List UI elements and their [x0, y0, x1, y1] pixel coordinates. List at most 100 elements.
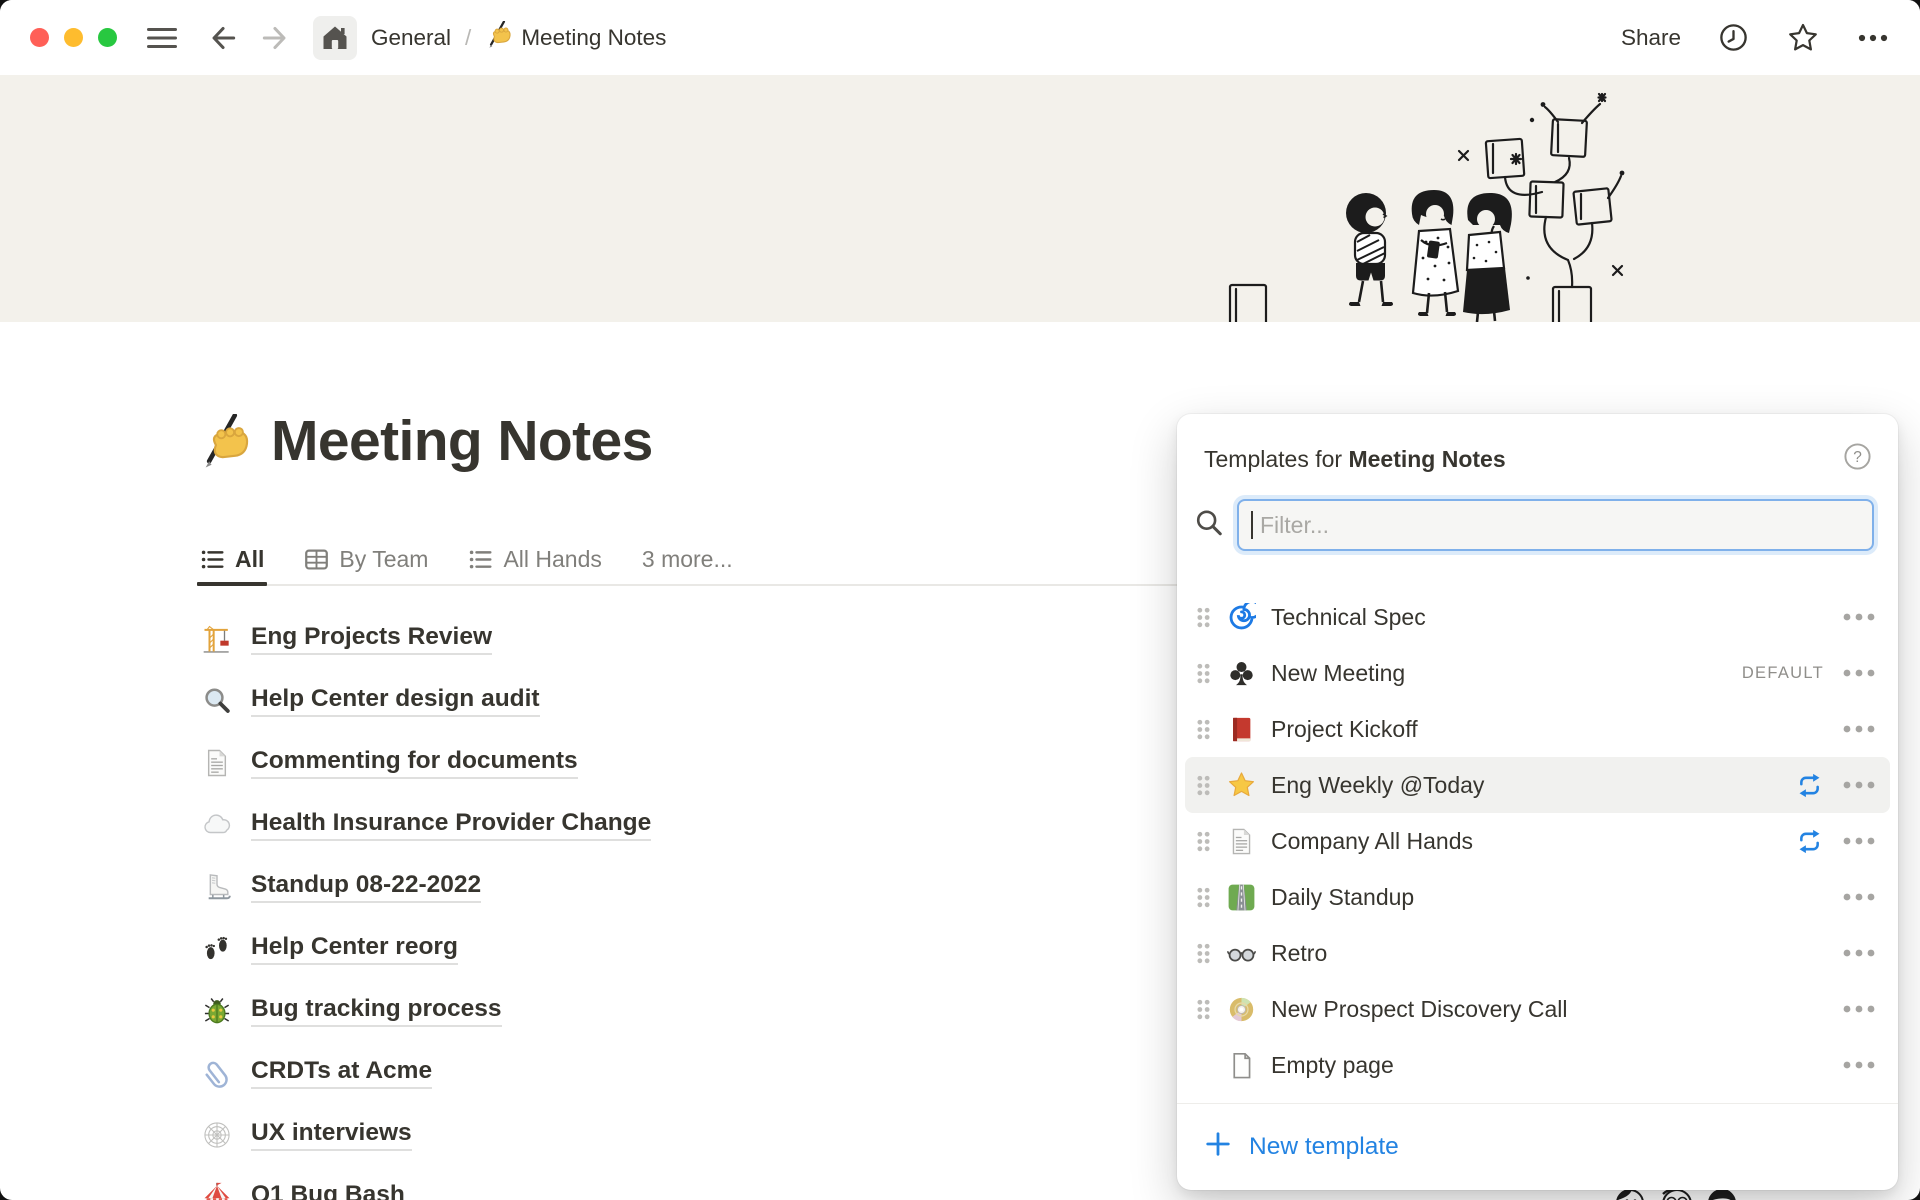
page-link[interactable]: Standup 08-22-2022 [251, 871, 481, 903]
template-row-retro[interactable]: Retro [1185, 925, 1890, 981]
template-options-button[interactable] [1842, 892, 1876, 902]
window-toolbar: General / Meeting Notes Share [0, 0, 1920, 75]
drag-handle[interactable] [1195, 661, 1212, 686]
drag-handle[interactable] [1195, 773, 1212, 798]
tab-label: By Team [339, 546, 428, 573]
template-row-new-prospect-discovery-call[interactable]: New Prospect Discovery Call [1185, 981, 1890, 1037]
zoom-window-button[interactable] [98, 28, 117, 47]
help-icon[interactable]: ? [1843, 442, 1872, 477]
construction-crane-icon [200, 624, 234, 654]
share-button[interactable]: Share [1621, 25, 1681, 51]
page-link-row: Bug tracking process [200, 980, 1180, 1042]
forward-icon[interactable] [259, 21, 293, 55]
sidebar-menu-icon[interactable] [145, 21, 179, 55]
list-view-icon [468, 547, 493, 572]
filter-input[interactable] [1237, 499, 1874, 551]
page-link-row: CRDTs at Acme [200, 1042, 1180, 1104]
template-label: Empty page [1271, 1052, 1842, 1079]
page-title-emoji[interactable] [197, 414, 251, 473]
glasses-icon [1225, 939, 1257, 968]
template-row-empty-page[interactable]: Empty page [1185, 1037, 1890, 1093]
magnifying-glass-icon [200, 686, 234, 716]
template-row-company-all-hands[interactable]: Company All Hands [1185, 813, 1890, 869]
text-caret [1251, 511, 1253, 539]
red-book-icon [1225, 715, 1257, 744]
document-page-icon [200, 748, 234, 778]
tab-all[interactable]: All [200, 534, 264, 584]
list-view-icon [200, 547, 225, 572]
home-icon[interactable] [313, 16, 357, 60]
cover-illustration [1222, 80, 1662, 322]
tab-by-team[interactable]: By Team [304, 534, 428, 584]
template-options-button[interactable] [1842, 724, 1876, 734]
template-row-new-meeting[interactable]: New MeetingDEFAULT [1185, 645, 1890, 701]
optical-disc-icon [1225, 995, 1257, 1024]
template-row-technical-spec[interactable]: Technical Spec [1185, 589, 1890, 645]
breadcrumb-page[interactable]: Meeting Notes [521, 25, 666, 51]
drag-handle[interactable] [1195, 997, 1212, 1022]
beetle-icon [200, 996, 234, 1026]
drag-handle[interactable] [1195, 885, 1212, 910]
page-link-row: Commenting for documents [200, 732, 1180, 794]
page-link[interactable]: Q1 Bug Bash [251, 1181, 405, 1200]
minimize-window-button[interactable] [64, 28, 83, 47]
svg-text:?: ? [1853, 449, 1862, 466]
page-link-row: Eng Projects Review [200, 608, 1180, 670]
template-options-button[interactable] [1842, 612, 1876, 622]
template-options-button[interactable] [1842, 668, 1876, 678]
page-title[interactable]: Meeting Notes [271, 410, 653, 473]
row-ellipsis-icon [1842, 724, 1876, 734]
empty-page-icon [1225, 1051, 1257, 1080]
ice-skate-icon [200, 872, 234, 902]
paperclip-icon [200, 1058, 234, 1088]
breadcrumb-separator: / [465, 25, 471, 51]
page-link[interactable]: CRDTs at Acme [251, 1057, 432, 1089]
page-link[interactable]: UX interviews [251, 1119, 412, 1151]
club-suit-icon [1225, 659, 1257, 688]
new-template-label: New template [1249, 1133, 1399, 1161]
page-list: Eng Projects Review Help Center design au… [200, 608, 1180, 1200]
page-link[interactable]: Help Center reorg [251, 933, 458, 965]
recurring-icon [1795, 827, 1824, 856]
drag-handle[interactable] [1195, 829, 1212, 854]
drag-handle[interactable] [1195, 605, 1212, 630]
template-row-project-kickoff[interactable]: Project Kickoff [1185, 701, 1890, 757]
tab-label: All Hands [503, 546, 601, 573]
page-link[interactable]: Commenting for documents [251, 747, 578, 779]
page-link[interactable]: Bug tracking process [251, 995, 502, 1027]
page-link[interactable]: Eng Projects Review [251, 623, 492, 655]
star-icon[interactable] [1786, 21, 1820, 55]
motorway-icon [1225, 883, 1257, 912]
ellipsis-icon[interactable] [1856, 32, 1890, 44]
template-filter-row [1177, 477, 1898, 551]
star-icon [1225, 771, 1257, 800]
drag-handle[interactable] [1195, 717, 1212, 742]
close-window-button[interactable] [30, 28, 49, 47]
new-template-button[interactable]: New template [1177, 1103, 1898, 1190]
template-row-daily-standup[interactable]: Daily Standup [1185, 869, 1890, 925]
page-link[interactable]: Health Insurance Provider Change [251, 809, 651, 841]
template-options-button[interactable] [1842, 1004, 1876, 1014]
search-icon [1194, 508, 1224, 538]
back-icon[interactable] [205, 21, 239, 55]
template-options-button[interactable] [1842, 836, 1876, 846]
tab-label: 3 more... [642, 546, 733, 573]
spider-web-icon [200, 1120, 234, 1150]
tab-all-hands[interactable]: All Hands [468, 534, 601, 584]
cloud-icon [200, 810, 234, 840]
toolbar-actions: Share [1621, 21, 1890, 55]
document-page-icon [1225, 827, 1257, 856]
default-badge: DEFAULT [1742, 664, 1824, 683]
template-row-eng-weekly-today[interactable]: Eng Weekly @Today [1185, 757, 1890, 813]
drag-handle[interactable] [1195, 941, 1212, 966]
page-cover[interactable] [0, 75, 1920, 322]
template-options-button[interactable] [1842, 948, 1876, 958]
clock-icon[interactable] [1717, 21, 1750, 54]
template-options-button[interactable] [1842, 780, 1876, 790]
filter-input-wrap [1237, 499, 1874, 551]
breadcrumb-workspace[interactable]: General [371, 25, 451, 51]
page-link[interactable]: Help Center design audit [251, 685, 540, 717]
templates-popup: Templates for Meeting Notes ? Technical … [1177, 414, 1898, 1190]
template-options-button[interactable] [1842, 1060, 1876, 1070]
tab-3-more[interactable]: 3 more... [642, 534, 733, 584]
